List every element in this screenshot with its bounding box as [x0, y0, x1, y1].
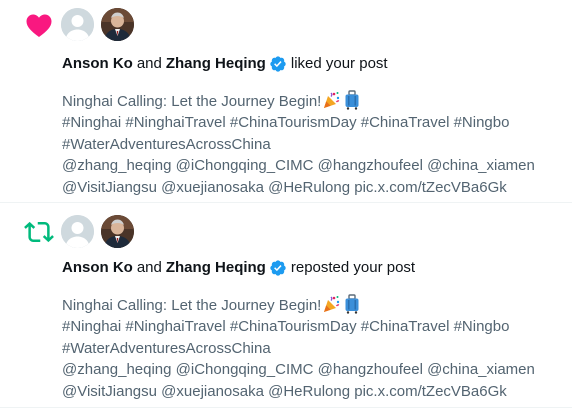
post-hashtags-line: #Ninghai #NinghaiTravel #ChinaTourismDay…	[62, 318, 510, 336]
post-title-line: Ninghai Calling: Let the Journey Begin!	[62, 90, 562, 112]
avatar-default[interactable]	[61, 8, 94, 41]
avatar-zhang-heqing[interactable]	[101, 215, 134, 248]
post-mentions-line: @VisitJiangsu @xuejianosaka @HeRulong pi…	[62, 382, 507, 400]
action-text: liked your post	[290, 55, 388, 72]
avatar-default[interactable]	[61, 215, 94, 248]
notifications-feed: Anson Ko and Zhang Heqing liked your pos…	[0, 0, 572, 419]
suitcase-icon	[345, 294, 359, 314]
divider	[0, 407, 572, 408]
actor-name-2[interactable]: Zhang Heqing	[166, 54, 266, 74]
actor-name-2[interactable]: Zhang Heqing	[166, 258, 266, 278]
suitcase-icon	[345, 90, 359, 110]
profile-photo	[101, 215, 134, 248]
post-title-line: Ninghai Calling: Let the Journey Begin!	[62, 294, 562, 316]
party-popper-icon	[324, 92, 340, 108]
repost-icon	[24, 221, 54, 243]
verified-badge-icon	[270, 56, 286, 72]
post-hashtags-line: #WaterAdventuresAcrossChina	[62, 135, 271, 153]
connector-text: and	[136, 259, 162, 276]
heart-icon	[26, 14, 52, 37]
profile-photo	[101, 8, 134, 41]
notification-headline: Anson Ko and Zhang Heqing liked your pos…	[62, 54, 388, 74]
actor-name-1[interactable]: Anson Ko	[62, 54, 133, 74]
repost-notification[interactable]: Anson Ko and Zhang Heqing reposted your …	[0, 203, 572, 419]
post-mentions-line: @VisitJiangsu @xuejianosaka @HeRulong pi…	[62, 178, 507, 196]
post-preview[interactable]: Ninghai Calling: Let the Journey Begin!	[62, 90, 562, 198]
default-profile-icon	[61, 215, 94, 248]
post-mentions-line: @zhang_heqing @iChongqing_CIMC @hangzhou…	[62, 361, 535, 379]
post-mentions-line: @zhang_heqing @iChongqing_CIMC @hangzhou…	[62, 157, 535, 175]
post-title: Ninghai Calling: Let the Journey Begin!	[62, 297, 322, 314]
actor-name-1[interactable]: Anson Ko	[62, 258, 133, 278]
avatar-zhang-heqing[interactable]	[101, 8, 134, 41]
verified-badge-icon	[270, 260, 286, 276]
notification-headline: Anson Ko and Zhang Heqing reposted your …	[62, 258, 415, 278]
default-profile-icon	[61, 8, 94, 41]
post-title: Ninghai Calling: Let the Journey Begin!	[62, 93, 322, 110]
post-hashtags-line: #Ninghai #NinghaiTravel #ChinaTourismDay…	[62, 114, 510, 132]
like-notification[interactable]: Anson Ko and Zhang Heqing liked your pos…	[0, 0, 572, 202]
post-hashtags-line: #WaterAdventuresAcrossChina	[62, 339, 271, 357]
connector-text: and	[136, 55, 162, 72]
action-text: reposted your post	[290, 259, 416, 276]
post-preview[interactable]: Ninghai Calling: Let the Journey Begin!	[62, 294, 562, 402]
party-popper-icon	[324, 296, 340, 312]
